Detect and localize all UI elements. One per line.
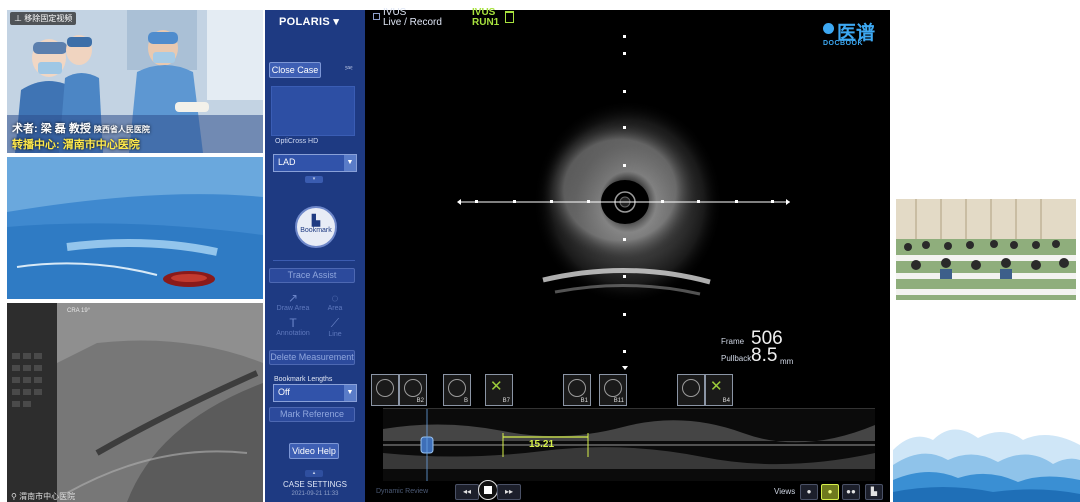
bookmark-thumbnail[interactable]: B2 bbox=[399, 374, 427, 406]
bookmark-thumbnail[interactable]: B bbox=[443, 374, 471, 406]
bookmark-button[interactable]: ▙ Bookmark bbox=[295, 206, 337, 248]
dual-dot-icon: ●● bbox=[846, 487, 856, 496]
bookmark-icon: ▙ bbox=[311, 215, 321, 227]
view-cross-button[interactable]: ● bbox=[800, 484, 818, 500]
mode-indicator: IVUS Live / Record bbox=[383, 7, 442, 28]
dynamic-review-label: Dynamic Review bbox=[376, 488, 429, 495]
stop-button[interactable] bbox=[478, 480, 498, 500]
procedure-video-image bbox=[7, 157, 263, 299]
record-icon bbox=[373, 13, 380, 20]
video-help-button[interactable]: Video Help bbox=[289, 443, 339, 459]
surgeon-caption: 术者: 梁 磊 教授 陕西省人民医院 bbox=[12, 123, 150, 135]
area-tool[interactable]: ◌ Area bbox=[315, 291, 355, 312]
angio-bottom-label: ⚲ 渭南市中心医院 bbox=[11, 492, 76, 501]
ivus-application-window: POLARIS ▾ Close Case ⎃ OptiCross HD LAD … bbox=[265, 7, 890, 502]
annotation-tool[interactable]: T Annotation bbox=[273, 316, 313, 337]
pin-icon: ⊥ bbox=[14, 14, 25, 23]
view-long-button[interactable]: ● bbox=[821, 484, 839, 500]
close-icon: ✕ bbox=[490, 378, 503, 395]
ivus-cross-section[interactable] bbox=[445, 30, 865, 375]
run-indicator: IVUS RUN1 bbox=[472, 7, 500, 28]
chevron-down-icon: ▼ bbox=[344, 155, 356, 171]
close-icon: ✕ bbox=[710, 378, 723, 395]
audience-video-feed bbox=[896, 199, 1076, 300]
pullback-unit: mm bbox=[780, 357, 794, 366]
audience-image bbox=[896, 199, 1076, 300]
chevron-down-icon: ▾ bbox=[333, 16, 340, 28]
bookmark-thumbnail[interactable]: B1 bbox=[563, 374, 591, 406]
angiography-feed: CRA 19° ⚲ 渭南市中心医院 bbox=[7, 303, 263, 502]
procedure-video-feed bbox=[7, 157, 263, 299]
fast-forward-icon: ▸▸ bbox=[504, 487, 514, 496]
text-icon: T bbox=[289, 316, 297, 330]
mark-reference-button[interactable]: Mark Reference bbox=[269, 407, 355, 422]
decorative-mountains bbox=[893, 429, 1080, 502]
pullback-label: Pullback bbox=[721, 354, 752, 363]
bookmark-lengths-label: Bookmark Lengths bbox=[274, 376, 333, 383]
broadcast-center-caption: 转播中心: 渭南市中心医院 bbox=[12, 139, 140, 151]
view-dual-button[interactable]: ●● bbox=[842, 484, 860, 500]
frame-label: Frame bbox=[721, 337, 745, 346]
person-icon: ● bbox=[827, 487, 833, 496]
rewind-icon: ◂◂ bbox=[462, 487, 472, 496]
vessel-select[interactable]: LAD ▼ bbox=[273, 154, 357, 172]
case-settings-button[interactable]: CASE SETTINGS 2021-09-21 11:33 bbox=[269, 480, 361, 497]
draw-area-tool[interactable]: ↗ Draw Area bbox=[273, 291, 313, 312]
angio-overlay-text: CRA 19° bbox=[67, 308, 91, 314]
collapse-toggle[interactable]: ▾ bbox=[305, 176, 323, 183]
bookmark-thumbnail[interactable]: ✕ B7 bbox=[485, 374, 513, 406]
longitudinal-view[interactable] bbox=[383, 408, 875, 481]
draw-icon: ↗ bbox=[287, 291, 299, 305]
trace-assist-button[interactable]: Trace Assist bbox=[269, 268, 355, 283]
views-label: Views bbox=[774, 487, 796, 496]
dot-icon: ● bbox=[806, 487, 812, 496]
measurement-value: 15.21 bbox=[529, 439, 555, 450]
longitudinal-image bbox=[383, 409, 875, 481]
line-icon: ⟋ bbox=[330, 316, 340, 330]
delete-measurement-button[interactable]: Delete Measurement bbox=[269, 350, 355, 365]
preview-panel bbox=[271, 86, 355, 136]
control-sidebar: POLARIS ▾ Close Case ⎃ OptiCross HD LAD … bbox=[265, 10, 365, 502]
catheter-label: OptiCross HD bbox=[275, 138, 319, 145]
rewind-button[interactable]: ◂◂ bbox=[455, 484, 479, 500]
stop-icon bbox=[484, 486, 492, 494]
pullback-value: 8.5 bbox=[751, 345, 778, 366]
bookmark-thumbnail[interactable] bbox=[677, 374, 705, 406]
chevron-down-icon: ▼ bbox=[344, 385, 356, 401]
bookmark-icon: ▙ bbox=[870, 487, 878, 496]
unpin-video-button[interactable]: ⊥ 移除固定视频 bbox=[10, 12, 77, 25]
line-tool[interactable]: ⟋ Line bbox=[315, 316, 355, 338]
area-icon: ◌ bbox=[331, 291, 339, 305]
close-case-button[interactable]: Close Case bbox=[269, 62, 321, 78]
app-menu-button[interactable]: POLARIS ▾ bbox=[279, 15, 339, 28]
angiography-image bbox=[7, 303, 263, 502]
bookmark-thumbnail[interactable]: ✕ B4 bbox=[705, 374, 733, 406]
divider bbox=[273, 260, 355, 261]
bookmark-lengths-select[interactable]: Off ▼ bbox=[273, 384, 357, 402]
bookmark-thumbnail[interactable] bbox=[371, 374, 399, 406]
expand-toggle[interactable]: ▴ bbox=[305, 470, 323, 477]
surgeon-video-feed: ⊥ 移除固定视频 术者: 梁 磊 教授 陕西省人民医院 转播中心: 渭南市中心医… bbox=[7, 10, 263, 153]
bookmark-view-button[interactable]: ▙ bbox=[865, 484, 883, 500]
catheter-icon[interactable]: ⎃ bbox=[345, 64, 353, 75]
trash-icon[interactable] bbox=[505, 11, 514, 23]
bookmark-thumbnail[interactable]: B11 bbox=[599, 374, 627, 406]
fast-forward-button[interactable]: ▸▸ bbox=[497, 484, 521, 500]
